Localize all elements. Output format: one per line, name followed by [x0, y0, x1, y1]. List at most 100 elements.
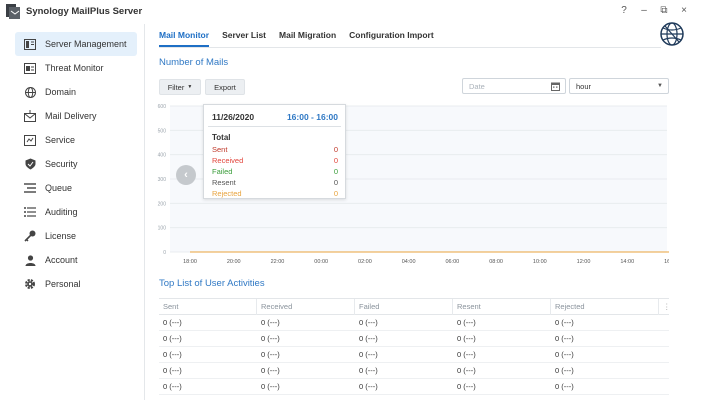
- export-button-label: Export: [214, 82, 236, 92]
- chevron-down-icon: ▼: [657, 83, 663, 89]
- column-header-failed[interactable]: Failed: [355, 299, 453, 315]
- tab-server-list[interactable]: Server List: [222, 30, 266, 47]
- y-tick-label: 400: [158, 153, 167, 159]
- sidebar-item-label: Account: [45, 255, 78, 265]
- globe-icon: [23, 85, 37, 99]
- sidebar-item-label: Server Management: [45, 39, 127, 49]
- tab-divider: [159, 47, 661, 48]
- sidebar-item-auditing[interactable]: Auditing: [15, 200, 137, 224]
- mails-section-title: Number of Mails: [159, 57, 229, 68]
- list-icon: [23, 205, 37, 219]
- mailplus-globe-icon: [660, 22, 684, 46]
- table-cell: 0 (---): [457, 318, 476, 327]
- tooltip-row-label: Sent: [212, 145, 228, 154]
- server-icon: [23, 37, 37, 51]
- tooltip-range: 16:00 - 16:00: [286, 112, 338, 122]
- x-tick-label: 18:00: [183, 259, 197, 265]
- tab-bar: Mail Monitor Server List Mail Migration …: [159, 30, 434, 47]
- table-cell: 0 (---): [555, 334, 574, 343]
- title-bar: Synology MailPlus Server ? – ⧉ ×: [0, 0, 711, 24]
- table-row[interactable]: 0 (---) 0 (---) 0 (---) 0 (---) 0 (---): [159, 363, 669, 379]
- y-tick-label: 500: [158, 128, 167, 134]
- user-icon: [23, 253, 37, 267]
- sidebar-item-security[interactable]: Security: [15, 152, 137, 176]
- table-row[interactable]: 0 (---) 0 (---) 0 (---) 0 (---) 0 (---): [159, 379, 669, 395]
- service-icon: [23, 133, 37, 147]
- mailplus-logo-icon: [6, 4, 20, 19]
- x-tick-label: 16:00: [664, 259, 669, 265]
- sidebar-item-service[interactable]: Service: [15, 128, 137, 152]
- tooltip-row-sent: Sent 0: [212, 145, 338, 155]
- granularity-select[interactable]: hour ▼: [569, 78, 669, 94]
- sidebar-item-threat-monitor[interactable]: Threat Monitor: [15, 56, 137, 80]
- table-row[interactable]: 0 (---) 0 (---) 0 (---) 0 (---) 0 (---): [159, 315, 669, 331]
- x-tick-label: 00:00: [314, 259, 328, 265]
- column-header-resent[interactable]: Resent: [453, 299, 551, 315]
- y-tick-label: 0: [163, 250, 166, 256]
- sidebar-item-domain[interactable]: Domain: [15, 80, 137, 104]
- table-row[interactable]: 0 (---) 0 (---) 0 (---) 0 (---) 0 (---): [159, 347, 669, 363]
- sidebar-item-label: License: [45, 231, 77, 241]
- y-tick-label: 300: [158, 177, 167, 183]
- table-header: Sent Received Failed Resent Rejected ⋮: [159, 298, 671, 315]
- sidebar-item-queue[interactable]: Queue: [15, 176, 137, 200]
- tooltip-row-label: Resent: [212, 178, 236, 187]
- table-cell: 0 (---): [359, 366, 378, 375]
- sidebar-item-server-management[interactable]: Server Management: [15, 32, 137, 56]
- table-cell: 0 (---): [261, 334, 280, 343]
- date-input[interactable]: [469, 81, 551, 91]
- chevron-left-icon: ‹: [184, 169, 188, 181]
- chart-tooltip: 11/26/2020 16:00 - 16:00 Total Sent 0 Re…: [203, 104, 346, 199]
- tab-configuration-import[interactable]: Configuration Import: [349, 30, 434, 47]
- monitor-icon: [23, 61, 37, 75]
- sidebar-item-label: Security: [45, 159, 78, 169]
- tooltip-total-label: Total: [212, 133, 231, 142]
- table-cell: 0 (---): [261, 366, 280, 375]
- restore-icon[interactable]: ⧉: [659, 5, 669, 16]
- table-cell: 0 (---): [261, 382, 280, 391]
- tooltip-row-value: 0: [333, 178, 338, 187]
- table-cell: 0 (---): [359, 350, 378, 359]
- column-menu-icon[interactable]: ⋮: [659, 299, 671, 315]
- column-header-rejected[interactable]: Rejected: [551, 299, 659, 315]
- date-field[interactable]: [462, 78, 566, 94]
- sidebar-item-personal[interactable]: Personal: [15, 272, 137, 296]
- table-row[interactable]: 0 (---) 0 (---) 0 (---) 0 (---) 0 (---): [159, 331, 669, 347]
- export-button[interactable]: Export: [205, 79, 245, 95]
- column-header-received[interactable]: Received: [257, 299, 355, 315]
- x-tick-label: 06:00: [445, 259, 459, 265]
- column-header-sent[interactable]: Sent: [159, 299, 257, 315]
- tab-mail-monitor[interactable]: Mail Monitor: [159, 30, 210, 47]
- sidebar-item-label: Queue: [45, 183, 73, 193]
- table-cell: 0 (---): [555, 318, 574, 327]
- sidebar-item-label: Domain: [45, 87, 77, 97]
- table-cell: 0 (---): [555, 382, 574, 391]
- caret-down-icon: ▼: [187, 84, 193, 90]
- x-tick-label: 08:00: [489, 259, 503, 265]
- help-icon[interactable]: ?: [619, 5, 629, 16]
- sidebar-item-license[interactable]: License: [15, 224, 137, 248]
- key-icon: [23, 229, 37, 243]
- x-tick-label: 04:00: [402, 259, 416, 265]
- x-tick-label: 20:00: [227, 259, 241, 265]
- tab-mail-migration[interactable]: Mail Migration: [279, 30, 336, 47]
- tooltip-row-value: 0: [333, 145, 338, 154]
- chart-prev-button[interactable]: ‹: [176, 165, 196, 185]
- filter-button[interactable]: Filter ▼: [159, 79, 201, 95]
- sidebar-item-label: Auditing: [45, 207, 78, 217]
- table-cell: 0 (---): [457, 366, 476, 375]
- table-cell: 0 (---): [163, 318, 182, 327]
- calendar-icon[interactable]: [551, 82, 560, 91]
- table-cell: 0 (---): [261, 350, 280, 359]
- table-cell: 0 (---): [457, 382, 476, 391]
- table-cell: 0 (---): [163, 366, 182, 375]
- x-tick-label: 10:00: [533, 259, 547, 265]
- shield-icon: [23, 157, 37, 171]
- tooltip-date: 11/26/2020: [212, 112, 255, 122]
- tooltip-row-label: Failed: [212, 167, 233, 176]
- sidebar-item-mail-delivery[interactable]: Mail Delivery: [15, 104, 137, 128]
- y-tick-label: 100: [158, 226, 167, 232]
- sidebar-item-account[interactable]: Account: [15, 248, 137, 272]
- close-icon[interactable]: ×: [679, 5, 689, 16]
- minimize-icon[interactable]: –: [639, 5, 649, 16]
